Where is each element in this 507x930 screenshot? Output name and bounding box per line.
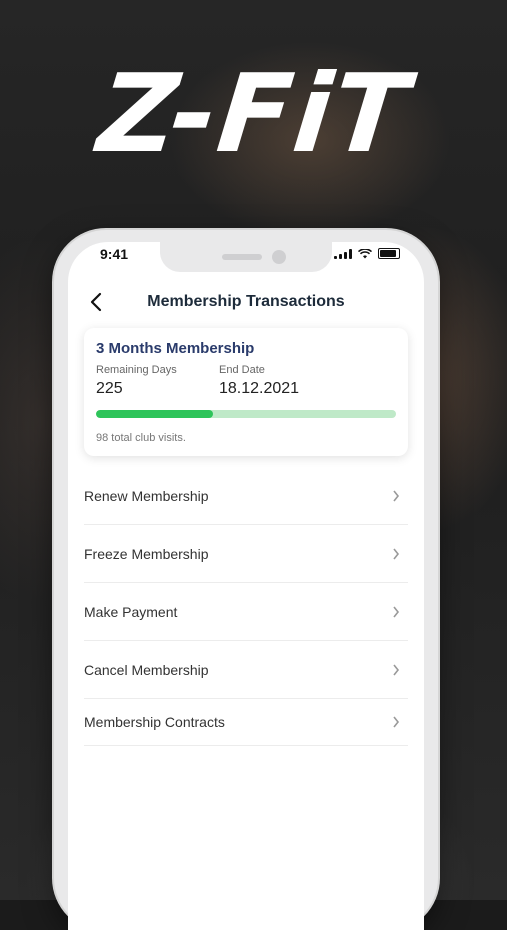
header-bar: Membership Transactions bbox=[68, 282, 424, 322]
end-date-value: 18.12.2021 bbox=[219, 380, 300, 397]
menu-item-label: Membership Contracts bbox=[84, 714, 225, 730]
logo-text: Z-FiT bbox=[92, 52, 415, 177]
status-time: 9:41 bbox=[100, 246, 129, 262]
front-camera bbox=[272, 250, 286, 264]
menu-item-make-payment[interactable]: Make Payment bbox=[84, 583, 408, 641]
chevron-right-icon bbox=[393, 606, 400, 617]
menu-item-renew-membership[interactable]: Renew Membership bbox=[84, 467, 408, 525]
remaining-days-label: Remaining Days bbox=[96, 364, 177, 376]
membership-menu: Renew Membership Freeze Membership Make … bbox=[84, 467, 408, 746]
back-button[interactable] bbox=[82, 288, 110, 316]
end-date-label: End Date bbox=[219, 364, 265, 376]
membership-title: 3 Months Membership bbox=[96, 340, 255, 357]
battery-icon bbox=[378, 248, 400, 259]
menu-item-freeze-membership[interactable]: Freeze Membership bbox=[84, 525, 408, 583]
phone-screen: 9:41 Membership Transactions 3 Months Me… bbox=[68, 242, 424, 930]
chevron-right-icon bbox=[393, 664, 400, 675]
menu-item-membership-contracts[interactable]: Membership Contracts bbox=[84, 699, 408, 746]
menu-item-label: Make Payment bbox=[84, 603, 178, 620]
page-title: Membership Transactions bbox=[147, 293, 345, 310]
speaker-grille bbox=[222, 254, 262, 260]
chevron-right-icon bbox=[393, 490, 400, 501]
menu-item-cancel-membership[interactable]: Cancel Membership bbox=[84, 641, 408, 699]
progress-fill bbox=[96, 410, 213, 418]
chevron-right-icon bbox=[393, 716, 400, 728]
menu-item-label: Freeze Membership bbox=[84, 545, 209, 562]
signal-icon bbox=[334, 248, 352, 259]
membership-card: 3 Months Membership Remaining Days 225 E… bbox=[84, 328, 408, 456]
chevron-left-icon bbox=[90, 292, 102, 312]
club-visits-text: 98 total club visits. bbox=[96, 432, 186, 444]
brand-logo: Z-FiT bbox=[0, 50, 507, 180]
chevron-right-icon bbox=[393, 548, 400, 559]
menu-item-label: Cancel Membership bbox=[84, 661, 209, 678]
wifi-icon bbox=[358, 248, 372, 258]
status-icons bbox=[334, 248, 400, 259]
phone-frame: 9:41 Membership Transactions 3 Months Me… bbox=[54, 230, 438, 930]
phone-notch bbox=[160, 242, 332, 272]
menu-item-label: Renew Membership bbox=[84, 487, 209, 504]
remaining-days-value: 225 bbox=[96, 380, 123, 397]
membership-progress-bar bbox=[96, 410, 396, 418]
